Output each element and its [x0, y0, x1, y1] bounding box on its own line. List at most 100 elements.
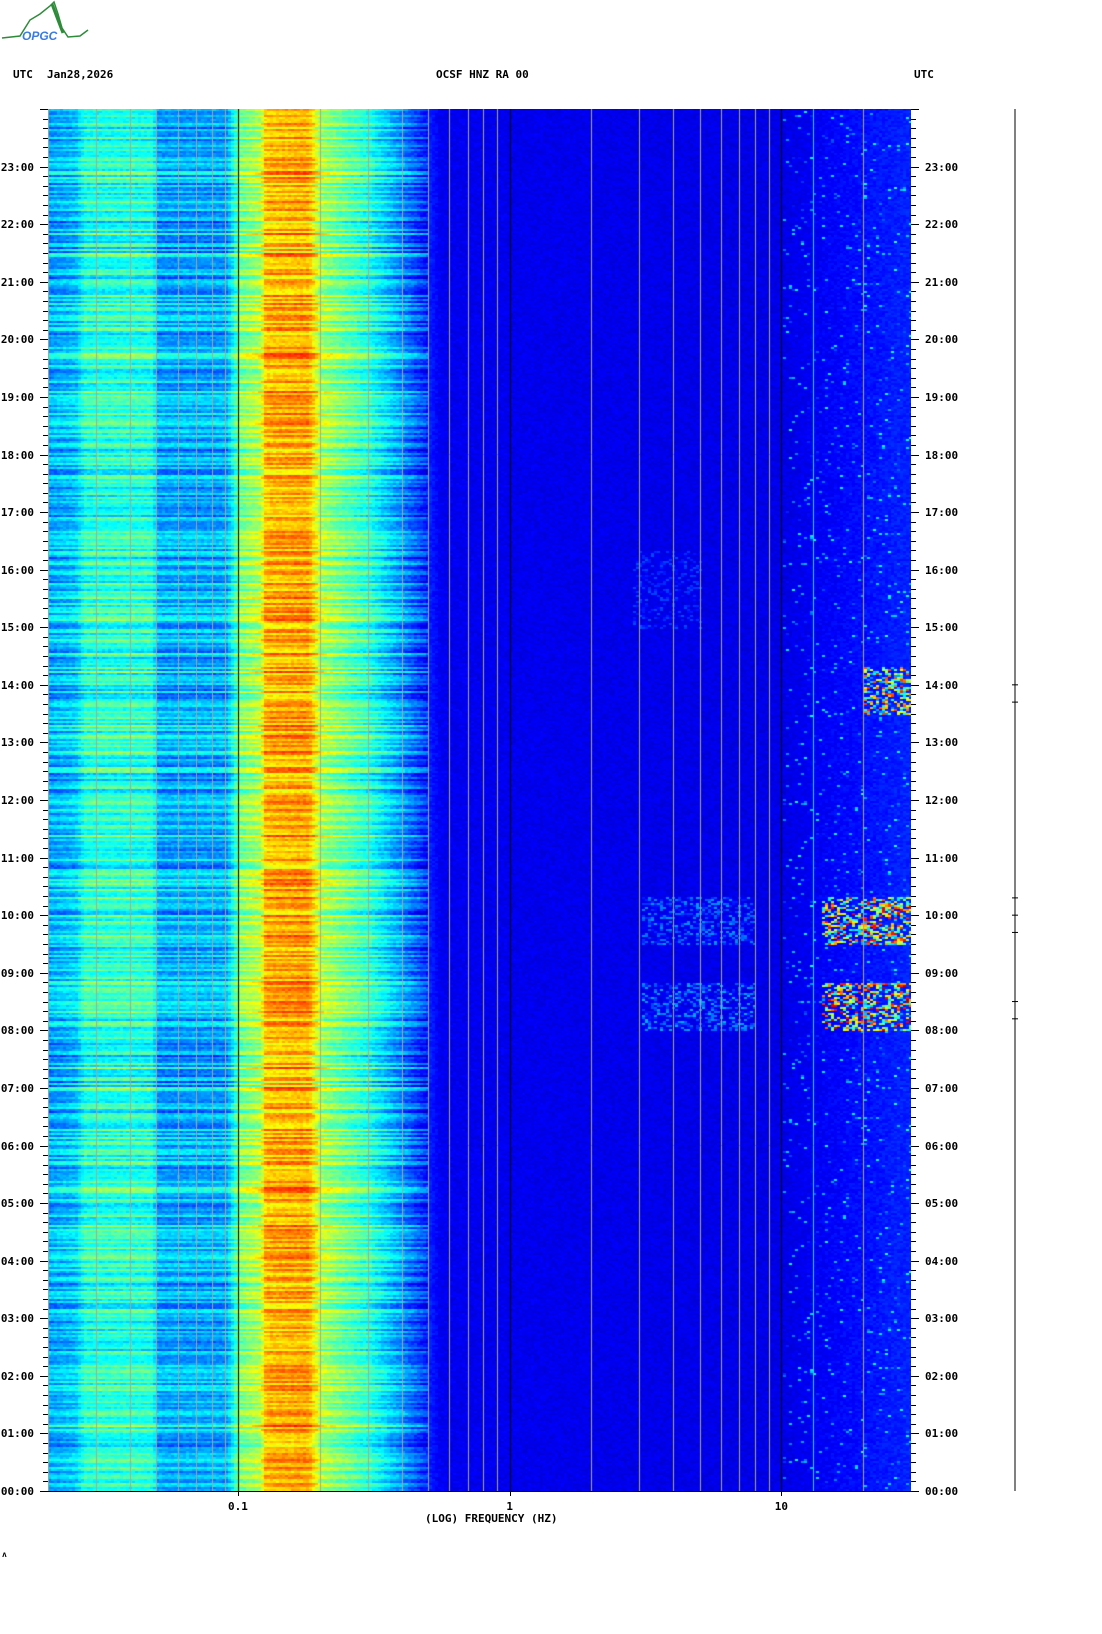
utc-label-right: UTC: [914, 68, 934, 81]
y-tick-right: [911, 426, 916, 427]
y-tick-left: [40, 1318, 48, 1319]
y-tick-left: [43, 550, 48, 551]
y-tick-left: [43, 1337, 48, 1338]
y-tick-left: [43, 896, 48, 897]
y-tick-label-right: 11:00: [925, 852, 959, 865]
y-tick-left: [43, 330, 48, 331]
y-tick-right: [911, 685, 919, 686]
y-tick-left: [43, 723, 48, 724]
y-tick-label-left: 17:00: [0, 506, 34, 519]
y-tick-left: [43, 157, 48, 158]
y-tick-left: [43, 810, 48, 811]
y-tick-left: [43, 1414, 48, 1415]
y-tick-left: [40, 1433, 48, 1434]
y-tick-left: [43, 589, 48, 590]
utc-label-left: UTC: [13, 68, 33, 81]
y-tick-left: [43, 522, 48, 523]
y-tick-right: [911, 474, 916, 475]
y-tick-right: [911, 512, 919, 513]
y-tick-label-left: 02:00: [0, 1370, 34, 1383]
y-tick-left: [40, 973, 48, 974]
y-tick-left: [43, 1472, 48, 1473]
y-tick-right: [911, 954, 916, 955]
y-tick-right: [911, 339, 919, 340]
y-tick-label-right: 12:00: [925, 794, 959, 807]
y-tick-left: [40, 397, 48, 398]
y-tick-right: [911, 1136, 916, 1137]
y-tick-left: [43, 502, 48, 503]
y-tick-right: [911, 1126, 916, 1127]
y-tick-right: [911, 752, 916, 753]
x-tick-label: 0.1: [227, 1500, 248, 1513]
y-tick-right: [911, 138, 916, 139]
y-tick-left: [40, 1203, 48, 1204]
y-tick-right: [911, 570, 919, 571]
y-tick-right: [911, 637, 916, 638]
y-tick-left: [43, 320, 48, 321]
footer-mark: ʌ: [2, 1550, 7, 1559]
y-tick-right: [911, 1174, 916, 1175]
y-tick-left: [43, 1280, 48, 1281]
y-tick-left: [40, 685, 48, 686]
y-tick-right: [911, 1462, 916, 1463]
y-tick-left: [40, 915, 48, 916]
y-tick-label-right: 00:00: [925, 1485, 959, 1498]
y-tick-right: [911, 1366, 916, 1367]
y-tick-right: [911, 1193, 916, 1194]
y-tick-left: [43, 426, 48, 427]
y-tick-left: [43, 291, 48, 292]
y-tick-right: [911, 618, 916, 619]
y-tick-right: [911, 157, 916, 158]
y-tick-left: [43, 1165, 48, 1166]
y-tick-left: [40, 109, 48, 110]
y-tick-right: [911, 1453, 916, 1454]
y-tick-left: [43, 1107, 48, 1108]
y-tick-right: [911, 1414, 916, 1415]
y-tick-right: [911, 407, 916, 408]
y-tick-right: [911, 502, 916, 503]
y-tick-right: [911, 1184, 916, 1185]
y-tick-left: [43, 387, 48, 388]
y-tick-right: [911, 349, 916, 350]
y-tick-right: [911, 762, 916, 763]
y-tick-label-left: 20:00: [0, 333, 34, 346]
y-tick-right: [911, 867, 916, 868]
y-tick-right: [911, 435, 916, 436]
y-tick-left: [43, 138, 48, 139]
y-tick-left: [43, 1011, 48, 1012]
y-tick-right: [911, 886, 916, 887]
y-tick-left: [43, 1059, 48, 1060]
y-tick-right: [911, 666, 916, 667]
y-tick-left: [43, 474, 48, 475]
y-tick-right: [911, 243, 916, 244]
y-tick-right: [911, 982, 916, 983]
y-tick-right: [911, 541, 916, 542]
y-tick-label-left: 13:00: [0, 736, 34, 749]
y-tick-right: [911, 1280, 916, 1281]
y-tick-right: [911, 167, 919, 168]
y-tick-right: [911, 397, 919, 398]
y-tick-left: [43, 1126, 48, 1127]
y-tick-left: [43, 608, 48, 609]
y-tick-label-left: 08:00: [0, 1024, 34, 1037]
y-tick-left: [43, 618, 48, 619]
y-tick-left: [43, 349, 48, 350]
y-tick-left: [43, 560, 48, 561]
y-tick-right: [911, 1395, 916, 1396]
y-tick-right: [911, 215, 916, 216]
y-tick-right: [911, 694, 916, 695]
y-tick-left: [43, 1098, 48, 1099]
y-tick-right: [911, 1021, 916, 1022]
y-tick-left: [43, 378, 48, 379]
y-tick-label-left: 16:00: [0, 564, 34, 577]
y-tick-right: [911, 1069, 916, 1070]
y-tick-right: [911, 771, 916, 772]
y-tick-left: [43, 790, 48, 791]
x-tick-label: 10: [774, 1500, 788, 1513]
y-tick-left: [43, 368, 48, 369]
y-tick-right: [911, 282, 919, 283]
y-tick-right: [911, 1337, 916, 1338]
y-tick-right: [911, 560, 916, 561]
y-tick-left: [43, 272, 48, 273]
y-tick-right: [911, 1328, 916, 1329]
